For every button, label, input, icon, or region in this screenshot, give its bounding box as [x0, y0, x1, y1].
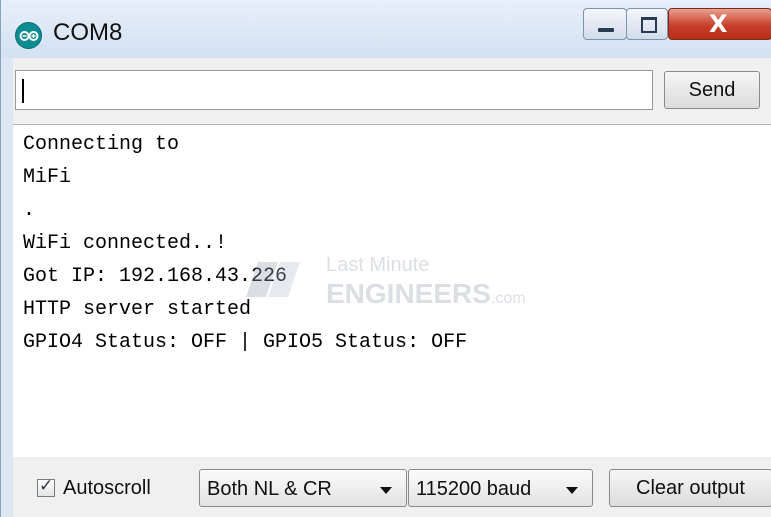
text-caret [22, 79, 24, 103]
checkmark-icon: ✓ [39, 476, 54, 496]
serial-send-input[interactable] [15, 70, 653, 110]
title-bar[interactable]: COM8 X [1, 0, 771, 58]
output-line: GPIO4 Status: OFF | GPIO5 Status: OFF [23, 331, 468, 354]
output-line: HTTP server started [23, 298, 252, 321]
watermark-line2: ENGINEERS.com [326, 278, 526, 309]
arduino-infinity-icon [15, 22, 42, 49]
minimize-button[interactable] [583, 8, 627, 40]
line-ending-value: Both NL & CR [207, 478, 332, 500]
close-icon: X [709, 10, 728, 38]
serial-output-area[interactable]: Connecting to MiFi . WiFi connected..! G… [13, 124, 771, 457]
window-controls: X [583, 8, 771, 42]
baud-rate-value: 115200 baud [416, 478, 532, 500]
output-line: Connecting to [23, 133, 180, 156]
minimize-icon [598, 28, 614, 32]
watermark-line1: Last Minute [326, 254, 430, 276]
output-line: WiFi connected..! [23, 232, 228, 255]
baud-rate-select[interactable]: 115200 baud [408, 469, 593, 507]
watermark-logo [246, 262, 300, 297]
serial-monitor-window: COM8 X Send Connecting to MiFi . WiFi co… [0, 0, 771, 517]
autoscroll-checkbox[interactable]: ✓ [37, 476, 55, 497]
maximize-button[interactable] [626, 8, 668, 40]
chevron-down-icon [380, 487, 392, 494]
watermark-suffix: .com [490, 290, 526, 307]
line-ending-select[interactable]: Both NL & CR [199, 469, 407, 507]
chevron-down-icon [566, 487, 578, 494]
close-button[interactable]: X [668, 8, 771, 40]
send-row: Send [1, 58, 771, 124]
maximize-icon [641, 17, 657, 33]
bottom-bar: ✓ Autoscroll Both NL & CR 115200 baud Cl… [1, 457, 771, 517]
send-button[interactable]: Send [664, 71, 760, 109]
output-line: MiFi [23, 166, 72, 189]
autoscroll-label[interactable]: Autoscroll [63, 477, 151, 500]
clear-output-button[interactable]: Clear output [609, 469, 771, 507]
output-line: . [23, 199, 36, 222]
watermark: Last Minute ENGINEERS.com [228, 242, 548, 322]
window-title: COM8 [53, 19, 123, 46]
